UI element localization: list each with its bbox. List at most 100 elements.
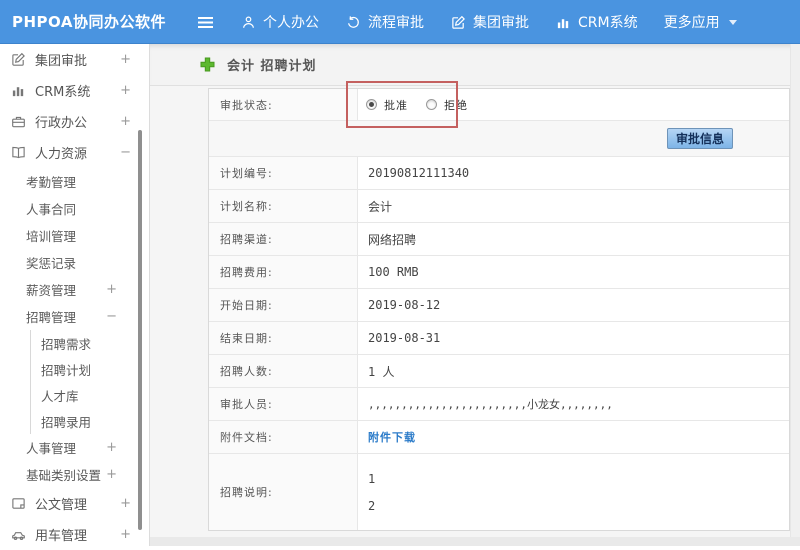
sidebar-item-label: 奖惩记录 [26, 256, 77, 271]
sidebar-item-label: 考勤管理 [26, 175, 77, 190]
recruit-submenu: 招聘需求 招聘计划 人才库 招聘录用 [30, 330, 149, 434]
sidebar-item-base-category[interactable]: 基础类别设置 + [0, 461, 149, 488]
sidebar-item-label: 集团审批 [35, 54, 88, 69]
field-label: 开始日期: [209, 289, 358, 321]
description-line-1: 1 [368, 472, 376, 486]
sidebar-item-label: 人事管理 [26, 441, 77, 456]
page-title: 会计 招聘计划 [227, 59, 317, 74]
sidebar-item-recruit-hire[interactable]: 招聘录用 [31, 408, 149, 434]
sidebar-item-label: 招聘录用 [41, 414, 92, 430]
bar-chart-icon [555, 15, 571, 30]
user-icon [240, 15, 256, 30]
title-bar: 会计 招聘计划 [150, 44, 800, 86]
top-navigation: 个人办公 流程审批 集团审批 CRM系统 更多应用 [197, 0, 737, 44]
field-label: 招聘说明: [209, 454, 358, 530]
form-row-channel: 招聘渠道: 网络招聘 [209, 223, 789, 256]
field-value: 20190812111340 [368, 166, 470, 180]
field-value: 100 RMB [368, 265, 419, 279]
field-label: 计划名称: [209, 190, 358, 222]
sidebar-item-hr[interactable]: 人力资源 − [0, 137, 149, 168]
sidebar: 集团审批 + CRM系统 + 行政办公 + 人力资源 − 考勤管理 人事合同 培… [0, 44, 150, 546]
form-row-description: 招聘说明: 1 2 [209, 454, 789, 530]
expand-toggle: + [106, 467, 117, 482]
edit-icon [450, 15, 466, 30]
expand-toggle: + [120, 52, 131, 67]
radio-reject-label: 拒绝 [444, 98, 468, 112]
expand-toggle: + [106, 282, 117, 297]
form-row-end-date: 结束日期: 2019-08-31 [209, 322, 789, 355]
field-label: 招聘费用: [209, 256, 358, 288]
sidebar-item-crm[interactable]: CRM系统 + [0, 75, 149, 106]
field-label: 结束日期: [209, 322, 358, 354]
sidebar-item-label: 培训管理 [26, 229, 77, 244]
sidebar-item-label: 招聘需求 [41, 336, 92, 352]
sidebar-item-label: 薪资管理 [26, 283, 77, 298]
sidebar-item-recruit-demand[interactable]: 招聘需求 [31, 330, 149, 356]
sidebar-scrollbar-thumb[interactable] [138, 130, 142, 530]
field-value: 会计 [368, 199, 393, 214]
nav-label: 更多应用 [663, 15, 720, 31]
sidebar-item-label: 行政办公 [35, 116, 88, 131]
attachment-download-link[interactable]: 附件下载 [368, 429, 416, 445]
sidebar-item-group-approval[interactable]: 集团审批 + [0, 44, 149, 75]
sidebar-item-recruit-plan[interactable]: 招聘计划 [31, 356, 149, 382]
field-value: 1 人 [368, 364, 395, 379]
nav-more-apps[interactable]: 更多应用 [664, 12, 737, 32]
briefcase-icon [10, 114, 26, 129]
field-value: ,,,,,,,,,,,,,,,,,,,,,,,,小龙女,,,,,,,, [368, 398, 613, 411]
sidebar-item-salary[interactable]: 薪资管理 + [0, 276, 149, 303]
app-logo: PHPOA协同办公软件 [12, 13, 166, 31]
sidebar-item-label: 人力资源 [35, 147, 88, 162]
nav-label: CRM系统 [578, 15, 638, 31]
sidebar-item-label: 人事合同 [26, 202, 77, 217]
sidebar-item-vehicle-mgmt[interactable]: 用车管理 + [0, 519, 149, 550]
nav-label: 流程审批 [368, 15, 424, 31]
document-icon [10, 496, 26, 511]
process-cycle-icon [345, 15, 361, 30]
add-icon[interactable] [200, 57, 215, 72]
radio-approve-label: 批准 [384, 98, 408, 112]
main-content: 会计 招聘计划 审批状态: 批准 拒绝 审批信息 计划编号: 201908121… [150, 44, 800, 546]
form-row-headcount: 招聘人数: 1 人 [209, 355, 789, 388]
form-row-plan-name: 计划名称: 会计 [209, 190, 789, 223]
form-row-approval-button: 审批信息 [209, 121, 789, 157]
sidebar-item-label: 基础类别设置 [26, 468, 102, 483]
sidebar-item-document-mgmt[interactable]: 公文管理 + [0, 488, 149, 519]
expand-toggle: + [106, 440, 117, 455]
sidebar-item-label: 用车管理 [35, 529, 88, 544]
car-icon [10, 527, 26, 542]
collapse-toggle: − [106, 309, 117, 324]
hamburger-menu-icon[interactable] [197, 15, 214, 30]
nav-personal-office[interactable]: 个人办公 [240, 12, 319, 32]
radio-approve[interactable] [366, 99, 377, 110]
nav-crm[interactable]: CRM系统 [555, 12, 638, 32]
chevron-down-icon [728, 19, 737, 25]
collapse-toggle: − [120, 145, 131, 160]
sidebar-item-rewards[interactable]: 奖惩记录 [0, 249, 149, 276]
field-label: 审批状态: [209, 89, 358, 120]
sidebar-item-label: 招聘管理 [26, 310, 77, 325]
form-row-cost: 招聘费用: 100 RMB [209, 256, 789, 289]
field-value: 2019-08-12 [368, 298, 441, 312]
nav-process-approval[interactable]: 流程审批 [345, 12, 424, 32]
sidebar-item-attendance[interactable]: 考勤管理 [0, 168, 149, 195]
sidebar-item-talent-pool[interactable]: 人才库 [31, 382, 149, 408]
edit-icon [10, 52, 26, 67]
field-value: 网络招聘 [368, 232, 417, 247]
field-label: 附件文档: [209, 421, 358, 453]
form-row-start-date: 开始日期: 2019-08-12 [209, 289, 789, 322]
bar-chart-icon [10, 83, 26, 98]
sidebar-item-personnel[interactable]: 人事管理 + [0, 434, 149, 461]
sidebar-item-recruit-mgmt[interactable]: 招聘管理 − [0, 303, 149, 330]
sidebar-item-training[interactable]: 培训管理 [0, 222, 149, 249]
radio-reject[interactable] [426, 99, 437, 110]
expand-toggle: + [120, 114, 131, 129]
nav-group-approval[interactable]: 集团审批 [450, 12, 529, 32]
book-icon [10, 145, 26, 160]
field-label: 审批人员: [209, 388, 358, 420]
sidebar-item-hr-contract[interactable]: 人事合同 [0, 195, 149, 222]
approval-info-button[interactable]: 审批信息 [667, 128, 733, 149]
field-label: 招聘渠道: [209, 223, 358, 255]
sidebar-item-admin-office[interactable]: 行政办公 + [0, 106, 149, 137]
expand-toggle: + [120, 527, 131, 542]
